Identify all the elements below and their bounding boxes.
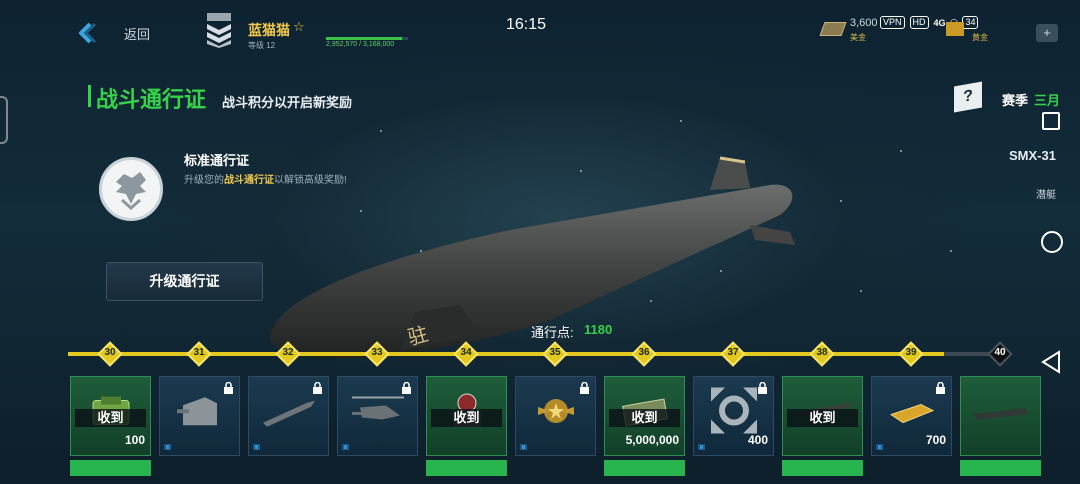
reward-amount: 5,000,000: [625, 433, 679, 447]
gold-bar-icon: [946, 22, 964, 36]
currency1-label: 美金: [850, 33, 866, 42]
eagle-icon: [116, 172, 146, 211]
level-node-label: 37: [727, 347, 739, 358]
missile-icon: [259, 397, 319, 432]
points-value: 1180: [584, 322, 613, 337]
insignia-icon: [534, 389, 578, 438]
title-accent: [88, 85, 91, 107]
points-label: 通行点:: [531, 325, 574, 340]
rank-chevron-icon: [207, 13, 231, 48]
reward-status: 收到: [787, 409, 858, 427]
submarine-model: 驻: [270, 156, 795, 359]
claimed-bar: [70, 460, 151, 476]
reward-slot[interactable]: ▣: [159, 376, 240, 456]
page-subtitle: 战斗积分以开启新奖励: [222, 95, 353, 110]
star: [680, 120, 682, 122]
xp-bar: [326, 37, 408, 40]
premium-tag-icon: ▣: [253, 442, 261, 451]
reward-amount: 700: [925, 433, 946, 447]
model-type: 潜艇: [1036, 190, 1056, 201]
pass-emblem: [99, 157, 163, 221]
help-button[interactable]: ?: [954, 81, 982, 113]
star: [380, 130, 382, 132]
vessel-icon: [971, 400, 1031, 429]
player-star-icon: ☆: [293, 19, 305, 34]
reward-slot[interactable]: 收到: [782, 376, 863, 456]
level-node-label: 30: [104, 347, 116, 358]
claimed-bar: [960, 460, 1041, 476]
level-node-label: 40: [994, 347, 1006, 358]
gold-icon: [885, 395, 939, 434]
claimed-bar: [604, 460, 685, 476]
lock-icon: [758, 382, 767, 394]
reward-slot[interactable]: [960, 376, 1041, 456]
currency1-value: 3,600: [850, 17, 878, 29]
season-value: 三月: [1034, 93, 1061, 108]
currency2-label: 黄金: [972, 33, 988, 42]
star: [950, 250, 952, 252]
reward-amount: 400: [747, 433, 768, 447]
reward-slot[interactable]: ▣: [515, 376, 596, 456]
clock: 16:15: [506, 16, 547, 33]
level-node-label: 39: [905, 347, 917, 358]
premium-tag-icon: ▣: [520, 442, 528, 451]
lock-icon: [313, 382, 322, 394]
reward-status: 收到: [75, 409, 146, 427]
player-name[interactable]: 蓝猫猫: [248, 20, 290, 40]
premium-tag-icon: ▣: [164, 442, 172, 451]
lock-icon: [402, 382, 411, 394]
reward-slot[interactable]: 收到: [426, 376, 507, 456]
pass-title: 标准通行证: [184, 153, 250, 168]
claimed-bar: [782, 460, 863, 476]
premium-tag-icon: ▣: [876, 442, 884, 451]
turret-icon: [175, 391, 225, 436]
level-node-label: 38: [816, 347, 828, 358]
star: [860, 290, 862, 292]
reward-status: 收到: [431, 409, 502, 427]
nav-back-icon[interactable]: [1040, 350, 1062, 374]
back-arrow-icon[interactable]: [74, 20, 100, 46]
reward-status: 收到: [609, 409, 680, 427]
premium-tag-icon: ▣: [698, 442, 706, 451]
star: [900, 150, 902, 152]
vpn-icon: VPN: [880, 16, 905, 29]
lock-icon: [224, 382, 233, 394]
reward-slot[interactable]: 收到 5,000,000: [604, 376, 685, 456]
level-node-label: 35: [549, 347, 561, 358]
xp-bar-fill: [326, 37, 403, 40]
level-node-label: 34: [460, 347, 472, 358]
pass-desc-prefix: 升级您的: [184, 175, 224, 186]
claimed-bar: [426, 460, 507, 476]
lock-icon: [936, 382, 945, 394]
model-name: SMX-31: [1009, 148, 1056, 163]
level-node-label: 31: [193, 347, 205, 358]
back-label[interactable]: 返回: [124, 24, 150, 43]
signal-icon: 4G: [933, 17, 946, 28]
reward-slot[interactable]: 收到 100: [70, 376, 151, 456]
upgrade-pass-button[interactable]: 升级通行证: [106, 262, 263, 301]
premium-tag-icon: ▣: [342, 442, 350, 451]
xp-text: 2,952,570 / 3,168,000: [326, 41, 395, 48]
home-icon[interactable]: [1041, 231, 1063, 253]
reward-slot[interactable]: ▣: [337, 376, 418, 456]
page-title: 战斗通行证: [96, 87, 207, 112]
level-node-label: 32: [282, 347, 294, 358]
level-node-label: 36: [638, 347, 650, 358]
player-level: 等级 12: [248, 41, 276, 50]
reward-slot[interactable]: ▣ 400: [693, 376, 774, 456]
reward-slot[interactable]: ▣ 700: [871, 376, 952, 456]
reward-slot[interactable]: ▣: [248, 376, 329, 456]
level-node-label: 33: [371, 347, 383, 358]
add-currency-button[interactable]: +: [1036, 24, 1058, 42]
season-label: 赛季: [1002, 93, 1029, 108]
side-panel-handle[interactable]: [0, 96, 8, 144]
battery-icon: 34: [962, 16, 979, 29]
helicopter-icon: [346, 393, 410, 434]
hd-icon: HD: [909, 16, 929, 29]
lock-icon: [580, 382, 589, 394]
star: [840, 200, 842, 202]
reward-amount: 100: [124, 433, 145, 447]
recent-apps-icon[interactable]: [1042, 112, 1060, 130]
